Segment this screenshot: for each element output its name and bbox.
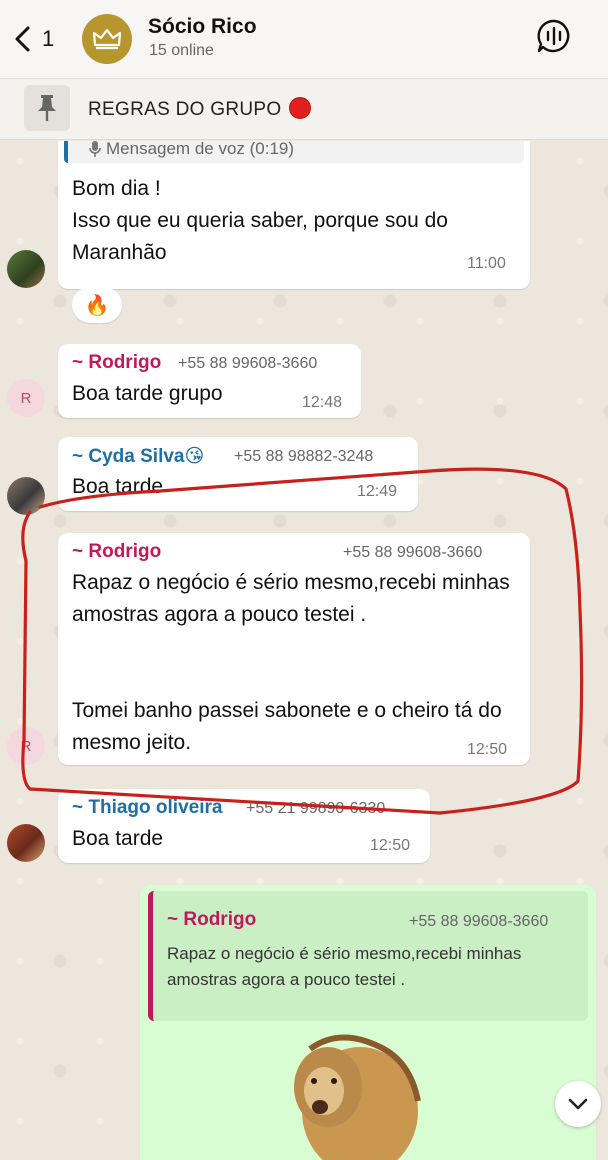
chat-header: 1 Sócio Rico 15 online xyxy=(0,0,608,78)
message-time: 12:50 xyxy=(467,741,508,758)
red-circle-emoji xyxy=(289,97,312,119)
avatar[interactable]: R xyxy=(7,379,45,417)
message-bubble[interactable]: ~ Cyda Silva😘 +55 88 98882-3248 Boa tard… xyxy=(58,437,418,511)
quoted-preview-text: Mensagem de voz (0:19) xyxy=(106,141,295,158)
sender-phone: +55 21 99890-6330 xyxy=(246,800,386,817)
message-bubble[interactable]: ~ Thiago oliveira +55 21 99890-6330 Boa … xyxy=(58,789,430,863)
group-status: 15 online xyxy=(149,42,214,59)
sender-name[interactable]: ~ Rodrigo xyxy=(72,352,161,374)
sender-phone: +55 88 99608-3660 xyxy=(343,544,483,561)
avatar[interactable]: R xyxy=(7,727,45,765)
scroll-to-bottom-button[interactable] xyxy=(555,1081,601,1127)
sender-name[interactable]: ~ Rodrigo xyxy=(72,541,161,563)
pin-icon xyxy=(38,95,56,121)
pin-icon-box xyxy=(24,85,70,131)
message-text: Rapaz o negócio é sério mesmo,recebi min… xyxy=(72,571,510,754)
quote-sender: ~ Rodrigo xyxy=(167,909,257,930)
message-text: Boa tarde xyxy=(72,827,164,850)
message-time: 12:50 xyxy=(370,837,411,854)
message-bubble[interactable]: ~ Rodrigo +55 88 99608-3660 Boa tarde gr… xyxy=(58,344,361,418)
quote-text: Rapaz o negócio é sério mesmo,recebi min… xyxy=(167,944,522,989)
quoted-message[interactable]: ~ Rodrigo +55 88 99608-3660 Rapaz o negó… xyxy=(148,891,588,1021)
message-bubble[interactable]: ~ Rodrigo +55 88 99608-3660 Rapaz o negó… xyxy=(58,533,530,765)
quoted-voice-message[interactable]: Mensagem de voz (0:19) xyxy=(64,141,524,163)
sender-name[interactable]: ~ Thiago oliveira xyxy=(72,797,222,819)
message-time: 11:00 xyxy=(467,255,506,272)
back-icon[interactable] xyxy=(10,24,36,54)
lion-sticker[interactable] xyxy=(280,1031,430,1160)
avatar[interactable] xyxy=(7,250,45,288)
unread-count[interactable]: 1 xyxy=(42,26,54,52)
group-avatar[interactable] xyxy=(82,14,132,64)
fire-emoji: 🔥 xyxy=(84,294,110,317)
sender-phone: +55 88 98882-3248 xyxy=(234,448,374,465)
message-text: Boa tarde grupo xyxy=(72,382,223,405)
message-time: 12:49 xyxy=(357,483,398,500)
pinned-message-bar[interactable]: REGRAS DO GRUPO xyxy=(0,78,608,140)
pinned-message-text: REGRAS DO GRUPO xyxy=(88,97,312,121)
quote-phone: +55 88 99608-3660 xyxy=(409,913,549,930)
avatar[interactable] xyxy=(7,477,45,515)
avatar[interactable] xyxy=(7,824,45,862)
voice-chat-icon[interactable] xyxy=(536,18,572,54)
group-name[interactable]: Sócio Rico xyxy=(148,15,257,39)
chat-area[interactable]: Mensagem de voz (0:19) Bom dia ! Isso qu… xyxy=(0,141,608,1160)
chevron-down-icon xyxy=(568,1098,588,1110)
reaction-badge[interactable]: 🔥 xyxy=(72,287,122,323)
message-bubble[interactable]: Mensagem de voz (0:19) Bom dia ! Isso qu… xyxy=(58,141,530,289)
message-text: Boa tarde xyxy=(72,475,164,498)
sender-phone: +55 88 99608-3660 xyxy=(178,355,318,372)
sender-name[interactable]: ~ Cyda Silva😘 xyxy=(72,445,204,468)
message-text: Bom dia ! Isso que eu queria saber, porq… xyxy=(72,177,448,264)
mic-icon xyxy=(89,141,101,157)
crown-icon xyxy=(92,28,122,50)
message-time: 12:48 xyxy=(302,394,343,411)
pinned-label: REGRAS DO GRUPO xyxy=(88,99,282,120)
